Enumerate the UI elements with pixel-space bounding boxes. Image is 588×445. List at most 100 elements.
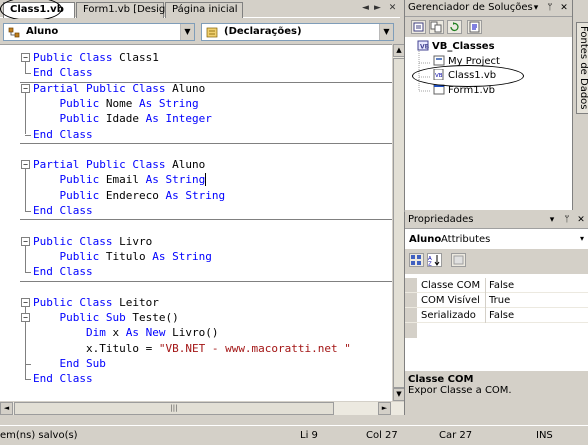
code-line[interactable]: Dim x As New Livro()	[33, 325, 218, 340]
object-selector[interactable]: Aluno Attributes ▾	[405, 232, 588, 250]
properties-toolbar-button[interactable]	[411, 20, 426, 34]
property-name: COM Visível	[421, 295, 480, 306]
keyword-token: Public	[59, 96, 100, 110]
solution-explorer-panel: Gerenciador de Soluções ▾ ᛘ ✕ VB VB_Class…	[404, 0, 572, 210]
object-name: Aluno	[409, 234, 442, 245]
editor-horizontal-scrollbar[interactable]: ◄ ||| ►	[0, 401, 405, 415]
code-line[interactable]: x.Titulo = "VB.NET - www.macoratti.net "	[33, 341, 351, 356]
close-icon[interactable]: ✕	[576, 212, 586, 228]
code-line[interactable]: End Class	[33, 264, 93, 279]
description-title: Classe COM	[408, 374, 474, 385]
code-editor[interactable]: Public Class Class1 End Class Partial Publ…	[0, 44, 392, 401]
data-sources-tab[interactable]: Fontes de Dados	[576, 22, 588, 114]
pin-icon[interactable]: ᛘ	[562, 212, 572, 228]
code-token: Livro	[112, 234, 153, 248]
code-line[interactable]: End Class	[33, 371, 93, 386]
tab-pagina-inicial[interactable]: Página inicial	[165, 2, 243, 18]
tab-scroll-right-icon[interactable]: ►	[372, 3, 383, 14]
panel-menu-icon[interactable]: ▾	[531, 0, 541, 16]
property-row[interactable]: COM Visível True	[405, 293, 588, 308]
collapse-region-icon[interactable]: −	[21, 313, 30, 323]
collapse-region-icon[interactable]: −	[21, 297, 30, 307]
status-column: Col 27	[366, 430, 398, 441]
tab-label: Form1.vb [Design]	[83, 4, 176, 15]
keyword-token: End Sub	[59, 357, 106, 370]
show-all-files-button[interactable]	[429, 20, 444, 34]
tab-form1-design[interactable]: Form1.vb [Design]	[76, 2, 176, 18]
property-pages-button[interactable]	[451, 253, 466, 267]
code-token: Class1	[112, 51, 159, 64]
panel-menu-icon[interactable]: ▾	[547, 212, 557, 228]
keyword-token: As New	[125, 326, 166, 340]
alphabetical-button[interactable]: AZ	[427, 253, 442, 268]
property-description: Classe COM Expor Classe a COM.	[405, 369, 588, 415]
collapse-region-icon[interactable]: −	[21, 160, 30, 170]
code-token: Endereco	[99, 188, 166, 202]
collapse-region-icon[interactable]: −	[21, 83, 30, 93]
code-line[interactable]: Public Sub Teste()	[33, 310, 179, 325]
method-name-value: (Declarações)	[224, 26, 302, 37]
code-line[interactable]: Public Class Leitor	[33, 295, 159, 310]
close-icon[interactable]: ✕	[559, 0, 569, 16]
my-project-icon	[433, 55, 445, 66]
code-line[interactable]: End Class	[33, 65, 93, 80]
pin-icon[interactable]: ᛘ	[545, 0, 555, 16]
outline-end	[25, 134, 31, 136]
outline-end	[25, 364, 31, 365]
declarations-icon	[206, 27, 218, 38]
scroll-left-icon[interactable]: ◄	[0, 402, 13, 415]
property-row[interactable]: Classe COM False	[405, 278, 588, 293]
view-code-icon	[469, 21, 480, 33]
property-row[interactable]: Serializado False	[405, 308, 588, 323]
block-separator	[20, 219, 392, 221]
keyword-token: Public	[59, 249, 100, 263]
method-name-dropdown[interactable]: (Declarações) ▼	[201, 23, 394, 41]
chevron-down-icon[interactable]: ▾	[580, 234, 584, 243]
horizontal-scroll-thumb[interactable]: |||	[14, 402, 334, 415]
code-line[interactable]: Partial Public Class Aluno	[33, 81, 205, 96]
code-token: x	[105, 326, 126, 340]
tab-scroll-left-icon[interactable]: ◄	[360, 3, 371, 14]
code-line[interactable]: End Class	[33, 203, 93, 218]
close-tab-icon[interactable]: ✕	[387, 3, 398, 14]
show-all-files-icon	[430, 21, 442, 33]
code-line[interactable]: End Sub	[33, 356, 106, 371]
chevron-down-icon[interactable]: ▼	[180, 24, 194, 40]
chevron-down-icon[interactable]: ▼	[379, 24, 393, 40]
code-token: Leitor	[112, 295, 159, 309]
panel-title: Propriedades	[408, 214, 474, 225]
code-line[interactable]: Public Class Class1	[33, 50, 159, 65]
refresh-button[interactable]	[447, 20, 462, 34]
outline-line	[25, 245, 26, 273]
keyword-token: Public Class	[33, 234, 113, 248]
scroll-right-icon[interactable]: ►	[378, 402, 391, 415]
code-token: Email	[99, 173, 146, 187]
outline-end	[25, 211, 31, 212]
code-line[interactable]: End Class	[33, 127, 93, 142]
status-character: Car 27	[439, 430, 473, 441]
property-name: Serializado	[421, 310, 476, 321]
collapse-region-icon[interactable]: −	[21, 236, 30, 246]
code-token: Teste()	[125, 311, 179, 325]
code-line[interactable]: Public Idade As Integer	[33, 111, 212, 126]
keyword-token: As String	[145, 173, 206, 187]
tree-item-label: VB_Classes	[432, 41, 495, 52]
block-separator	[20, 280, 392, 282]
code-token: Idade	[99, 112, 146, 126]
keyword-token: End Class	[33, 127, 93, 141]
code-line[interactable]: Partial Public Class Aluno	[33, 157, 205, 172]
code-line[interactable]: Public Class Livro	[33, 234, 152, 249]
categorized-button[interactable]	[409, 253, 424, 267]
class-name-dropdown[interactable]: Aluno ▼	[3, 23, 195, 41]
annotation-ellipse	[412, 65, 524, 87]
code-line[interactable]: Public Email As String	[33, 172, 206, 187]
code-line[interactable]: Public Nome As String	[33, 96, 199, 111]
collapse-region-icon[interactable]: −	[21, 53, 30, 62]
property-value[interactable]: True	[485, 293, 510, 308]
property-value[interactable]: False	[485, 278, 514, 293]
keyword-token: Public	[59, 173, 100, 187]
code-line[interactable]: Public Endereco As String	[33, 188, 226, 203]
property-value[interactable]: False	[485, 308, 514, 323]
code-line[interactable]: Public Titulo As String	[33, 249, 212, 264]
view-code-button[interactable]	[467, 20, 482, 34]
